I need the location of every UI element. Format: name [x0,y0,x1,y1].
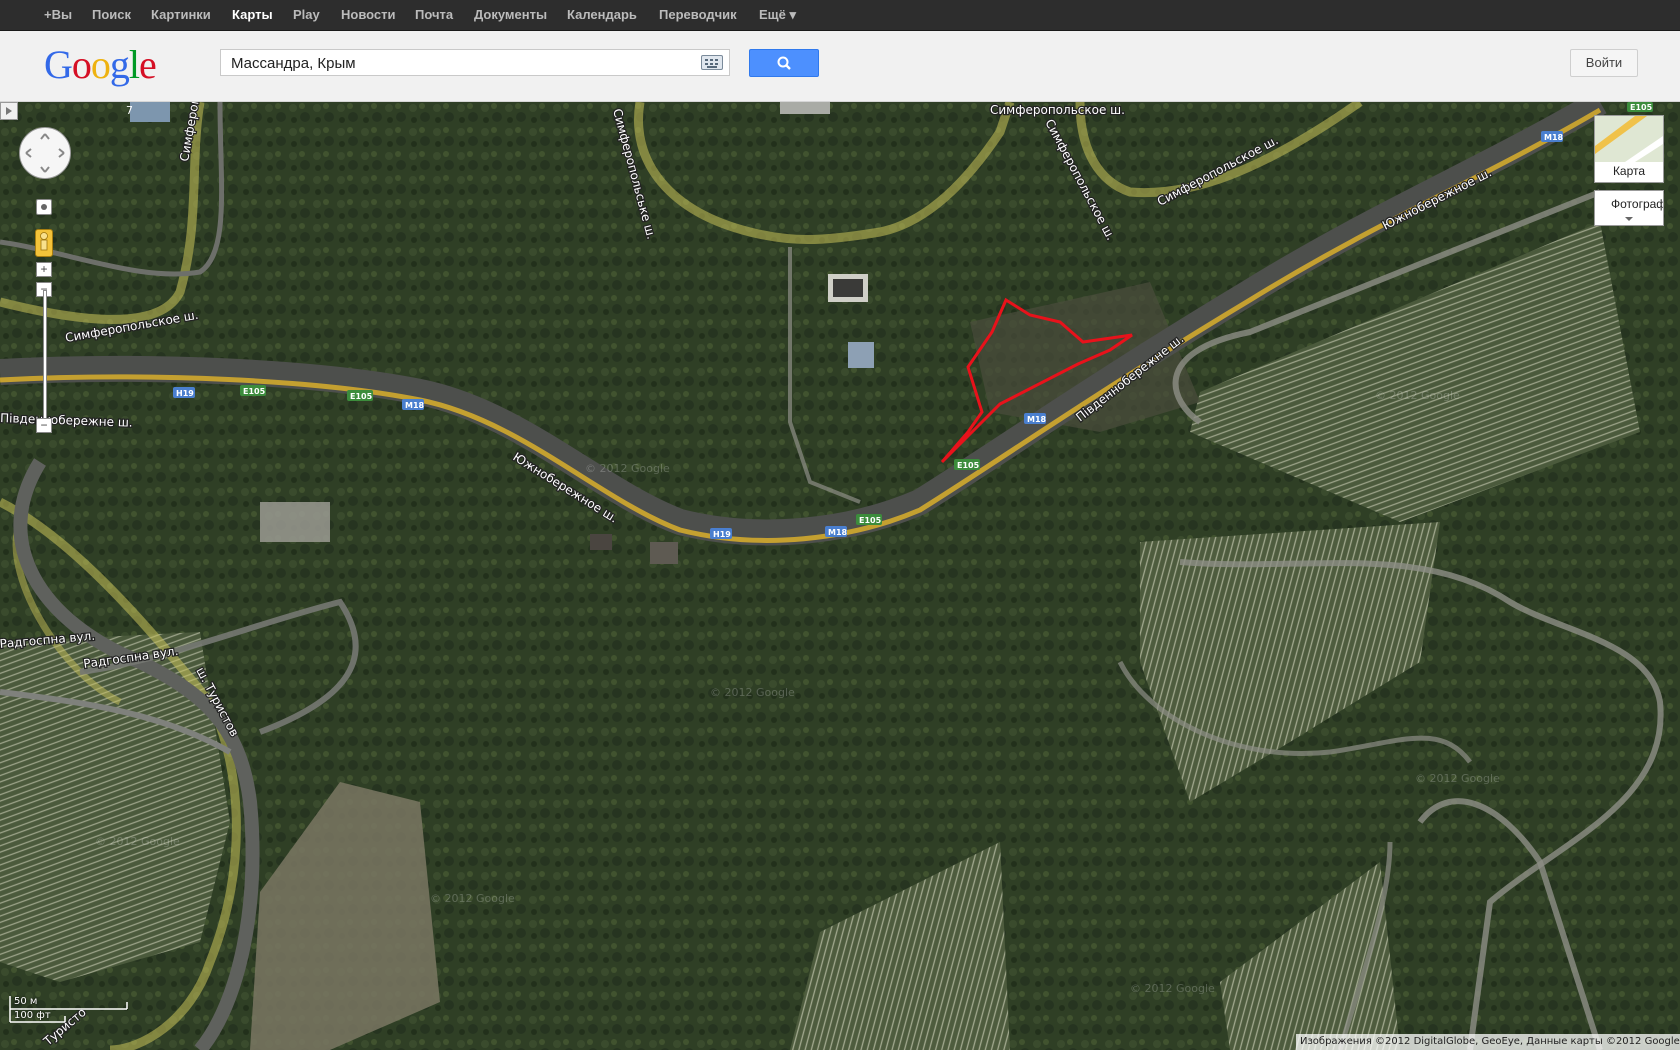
watermark-5: © 2012 Google [95,835,180,848]
shield-e105-2: E105 [347,390,373,401]
shield-m18-4: M18 [1541,131,1564,142]
search-icon [777,56,791,70]
gbar-translate[interactable]: Переводчик [659,0,737,30]
collapse-panel-button[interactable] [0,102,18,120]
building-1-roof [833,279,863,297]
svg-text:H19: H19 [713,530,731,539]
watermark-4: © 2012 Google [1415,772,1500,785]
gbar-news[interactable]: Новости [341,0,396,30]
zoom-slider-track[interactable] [43,290,47,428]
gbar-search[interactable]: Поиск [92,0,131,30]
svg-text:E105: E105 [957,461,980,470]
zoom-slider-thumb[interactable]: − [36,418,52,433]
building-2 [848,342,874,368]
map-thumbnail [1595,116,1663,162]
building-top [780,102,830,114]
chevron-down-icon [1625,217,1633,221]
shield-m18-1: M18 [402,399,425,410]
gbar-docs[interactable]: Документы [474,0,547,30]
scale-imperial: 100 фт [14,1010,51,1021]
svg-text:E105: E105 [243,387,266,396]
watermark-1: © 2012 Google [1375,389,1460,402]
watermark-6: © 2012 Google [430,892,515,905]
svg-text:M18: M18 [828,528,848,537]
pegman-icon[interactable] [35,229,53,257]
satellite-layer-button[interactable]: Фотограф [1594,190,1664,226]
locate-button[interactable] [36,199,52,215]
shield-e105-3: E105 [954,459,980,470]
scale-metric: 50 м [14,996,38,1007]
watermark-2: © 2012 Google [585,462,670,475]
map-copyright: Изображения ©2012 DigitalGlobe, GeoEye, … [1296,1034,1680,1050]
building-top-left [130,102,170,122]
gbar-plus-you[interactable]: +Вы [44,0,72,30]
building-3 [260,502,330,542]
svg-text:M18: M18 [405,401,425,410]
map-layer-button[interactable]: Карта [1594,115,1664,183]
watermark-7: © 2012 Google [1130,982,1215,995]
scale-bar: 50 м 100 фт [9,996,129,1024]
watermark-3: © 2012 Google [710,686,795,699]
label-simferopolskoe-top: Симферопольское ш. [990,103,1125,117]
gbar-maps[interactable]: Карты [232,0,273,30]
target-icon [41,204,47,210]
satellite-map: Симферопольское ш. Симферопольское ш. Си… [0,102,1680,1050]
svg-text:E105: E105 [1630,103,1653,112]
svg-text:M18: M18 [1544,133,1564,142]
map-canvas[interactable]: Симферопольское ш. Симферопольское ш. Си… [0,102,1680,1050]
gbar-calendar[interactable]: Календарь [567,0,637,30]
search-box [220,49,730,77]
google-logo[interactable]: Google [44,43,157,87]
header: Google Войти [0,31,1680,102]
house-2 [650,542,678,564]
signin-button[interactable]: Войти [1570,49,1638,77]
search-button[interactable] [749,49,819,77]
shield-h19-1: H19 [173,387,195,398]
svg-text:E105: E105 [350,392,373,401]
map-marker-number: 7 [126,104,133,117]
shield-h19-2: H19 [710,528,732,539]
gbar-mail[interactable]: Почта [415,0,453,30]
shield-m18-3: M18 [825,526,848,537]
gbar-play[interactable]: Play [293,0,320,30]
shield-e105-5: E105 [1627,102,1653,112]
pegman-figure-icon [40,232,48,251]
zoom-in-button[interactable]: + [36,262,52,277]
house-1 [590,534,612,550]
shield-e105-1: E105 [240,385,266,396]
shield-e105-4: E105 [856,514,882,525]
shield-m18-2: M18 [1024,413,1047,424]
pan-control-icon [25,133,65,173]
gbar-images[interactable]: Картинки [151,0,211,30]
svg-text:M18: M18 [1027,415,1047,424]
pan-control[interactable] [19,127,71,179]
svg-text:E105: E105 [859,516,882,525]
gbar-more[interactable]: Ещё ▾ [759,0,796,30]
keyboard-icon[interactable] [701,55,723,70]
triangle-right-icon [6,107,12,115]
search-input[interactable] [229,50,683,77]
svg-text:H19: H19 [176,389,194,398]
google-bar: +Вы Поиск Картинки Карты Play Новости По… [0,0,1680,31]
map-layer-label: Карта [1612,164,1646,178]
